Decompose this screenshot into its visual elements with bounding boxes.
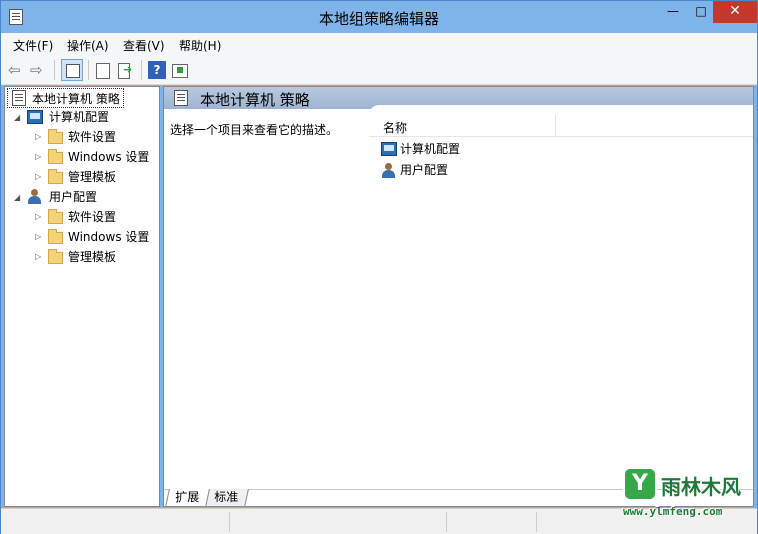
tree-item-user-software-settings[interactable]: 软件设置 xyxy=(68,207,116,227)
status-divider xyxy=(229,512,230,532)
show-tree-icon[interactable] xyxy=(61,59,83,81)
tab-label: 标准 xyxy=(214,490,239,504)
export-list-icon[interactable] xyxy=(116,61,134,79)
toolbar: ⇦ ⇨ ? xyxy=(1,55,757,85)
tree-item-user-windows-settings[interactable]: Windows 设置 xyxy=(68,227,149,247)
details-title: 本地计算机 策略 xyxy=(200,91,310,109)
list-item-computer-config[interactable]: 计算机配置 xyxy=(381,139,460,159)
watermark-logo-icon xyxy=(623,467,657,501)
computer-icon xyxy=(381,142,397,156)
expand-triangle-icon[interactable]: ▷ xyxy=(35,153,43,161)
watermark-brand: 雨林木风 xyxy=(661,475,741,499)
collapse-triangle-icon[interactable]: ◢ xyxy=(14,194,22,202)
folder-icon xyxy=(48,129,63,144)
column-header: 名称 xyxy=(369,115,753,137)
list-item-user-config[interactable]: 用户配置 xyxy=(381,160,448,180)
status-divider xyxy=(536,512,537,532)
toolbar-separator xyxy=(54,60,55,80)
details-pane: 本地计算机 策略 选择一个项目来查看它的描述。 名称 计算机配置 用户配置 扩展… xyxy=(163,86,754,507)
column-divider[interactable] xyxy=(555,115,556,137)
user-icon xyxy=(381,163,397,179)
menu-bar: 文件(F) 操作(A) 查看(V) 帮助(H) xyxy=(1,33,757,55)
maximize-button[interactable]: □ xyxy=(687,1,715,23)
menu-file[interactable]: 文件(F) xyxy=(13,37,53,54)
folder-icon xyxy=(48,149,63,164)
app-window: 本地组策略编辑器 — □ ✕ 文件(F) 操作(A) 查看(V) 帮助(H) ⇦… xyxy=(0,0,758,534)
policy-document-icon xyxy=(174,90,188,106)
watermark: 雨林木风 www.ylmfeng.com xyxy=(621,467,753,523)
expand-triangle-icon[interactable]: ▷ xyxy=(35,133,43,141)
collapse-triangle-icon[interactable]: ◢ xyxy=(14,114,22,122)
tree-item-admin-templates[interactable]: 管理模板 xyxy=(68,167,116,187)
folder-icon xyxy=(48,249,63,264)
expand-triangle-icon[interactable]: ▷ xyxy=(35,233,43,241)
forward-arrow-icon[interactable]: ⇨ xyxy=(30,61,48,79)
expand-triangle-icon[interactable]: ▷ xyxy=(35,213,43,221)
tree-item-user-config[interactable]: 用户配置 xyxy=(49,187,97,207)
back-arrow-icon[interactable]: ⇦ xyxy=(8,61,26,79)
column-name-header[interactable]: 名称 xyxy=(383,119,407,136)
tab-standard[interactable]: 标准 xyxy=(204,489,249,507)
tree-item-software-settings[interactable]: 软件设置 xyxy=(68,127,116,147)
status-divider xyxy=(446,512,447,532)
description-text: 选择一个项目来查看它的描述。 xyxy=(170,123,339,137)
policy-document-icon xyxy=(12,90,26,106)
list-item-label: 用户配置 xyxy=(400,163,449,177)
folder-icon xyxy=(48,169,63,184)
user-icon xyxy=(27,189,43,205)
tab-label: 扩展 xyxy=(175,490,200,504)
item-list: 名称 计算机配置 用户配置 xyxy=(369,105,753,485)
menu-help[interactable]: 帮助(H) xyxy=(179,37,221,54)
toolbar-separator xyxy=(141,60,142,80)
menu-view[interactable]: 查看(V) xyxy=(123,37,165,54)
watermark-url: www.ylmfeng.com xyxy=(623,505,723,518)
folder-icon xyxy=(48,229,63,244)
menu-action[interactable]: 操作(A) xyxy=(67,37,109,54)
view-icon[interactable] xyxy=(170,61,188,79)
tree-item-windows-settings[interactable]: Windows 设置 xyxy=(68,147,149,167)
tab-extended[interactable]: 扩展 xyxy=(165,489,210,507)
tree-item-computer-config[interactable]: 计算机配置 xyxy=(49,107,109,127)
toolbar-separator xyxy=(88,60,89,80)
properties-icon[interactable] xyxy=(93,61,111,79)
tree-pane: 本地计算机 策略 ◢ 计算机配置 ▷ 软件设置 ▷ Windows 设置 ▷ 管… xyxy=(4,86,160,507)
title-bar: 本地组策略编辑器 — □ ✕ xyxy=(1,1,757,33)
window-title: 本地组策略编辑器 xyxy=(318,10,439,28)
help-icon[interactable]: ? xyxy=(148,61,166,79)
tree-item-local-computer-policy[interactable]: 本地计算机 策略 xyxy=(7,88,124,108)
minimize-button[interactable]: — xyxy=(659,1,687,23)
close-button[interactable]: ✕ xyxy=(713,1,757,23)
expand-triangle-icon[interactable]: ▷ xyxy=(35,173,43,181)
expand-triangle-icon[interactable]: ▷ xyxy=(35,253,43,261)
list-item-label: 计算机配置 xyxy=(400,142,461,156)
folder-icon xyxy=(48,209,63,224)
tree-item-user-admin-templates[interactable]: 管理模板 xyxy=(68,247,116,267)
computer-icon xyxy=(27,110,43,124)
tree-item-label: 本地计算机 策略 xyxy=(32,92,120,106)
